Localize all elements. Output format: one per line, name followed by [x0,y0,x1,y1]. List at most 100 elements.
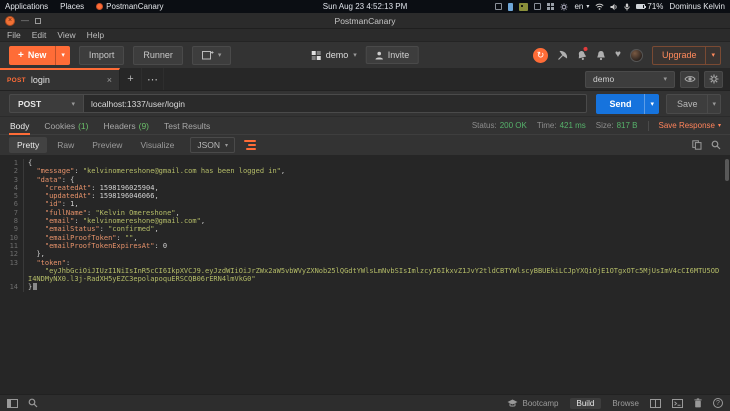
notifications-button[interactable] [596,50,606,61]
new-button[interactable]: + New ▾ [9,45,70,65]
response-tab-body[interactable]: Body [9,118,31,135]
sync-status-button[interactable]: ↻ [533,47,549,63]
browse-button[interactable]: Browse [612,399,639,408]
invite-button[interactable]: Invite [365,46,419,64]
response-tab-headers[interactable]: Headers (9) [102,118,150,134]
window-maximize-button[interactable] [35,17,41,24]
system-clock[interactable]: Sun Aug 23 4:52:13 PM [323,2,408,11]
code-line: 6 "id": 1, [0,200,730,209]
notification-badge [583,46,588,51]
window-title: PostmanCanary [334,15,396,26]
code-line: 13 "token": [0,258,730,267]
copy-icon[interactable] [692,140,702,150]
help-button[interactable]: ? [713,398,723,408]
menu-file[interactable]: File [7,30,21,40]
chevron-down-icon: ▾ [353,52,357,59]
battery-indicator[interactable]: 71% [636,2,663,11]
user-avatar[interactable] [629,48,643,62]
microphone-icon[interactable] [624,3,631,11]
response-time: Time: 421 ms [536,121,586,130]
response-meta-bar: Body Cookies (1) Headers (9) Test Results … [0,117,730,135]
tab-close-icon[interactable]: × [107,75,112,85]
menu-help[interactable]: Help [87,30,104,40]
indicator-icon[interactable] [495,3,503,10]
send-dropdown-caret[interactable]: ▾ [644,93,659,114]
save-dropdown-caret[interactable]: ▾ [707,94,720,113]
environment-selector[interactable]: demo ▾ [585,70,675,88]
response-tab-cookies[interactable]: Cookies (1) [43,118,89,134]
tab-options-button[interactable]: ⋯ [142,68,164,90]
environment-quick-look-button[interactable] [680,70,699,88]
favorites-heart-icon[interactable]: ♥ [615,50,621,60]
build-button[interactable]: Build [569,397,602,409]
two-pane-layout-icon[interactable] [650,398,661,408]
new-dropdown-caret[interactable]: ▾ [55,45,70,65]
new-window-button[interactable]: ▾ [191,45,232,65]
url-input[interactable] [83,94,588,113]
applications-menu[interactable]: Applications [5,2,48,11]
window-minimize-button[interactable]: — [21,16,29,26]
code-lines: 1{2 "message": "kelvinomereshone@gmail.c… [0,159,730,292]
send-button[interactable]: Send ▾ [596,93,659,114]
workspace-indicator-icon[interactable] [534,3,542,10]
request-tab-login[interactable]: POST login × [0,68,120,90]
menu-view[interactable]: View [57,30,75,40]
new-tab-button[interactable]: + [120,68,142,90]
response-body-editor[interactable]: 1{2 "message": "kelvinomereshone@gmail.c… [0,155,730,394]
console-icon[interactable] [672,398,683,408]
upgrade-dropdown-caret[interactable]: ▾ [705,46,720,64]
view-tab-visualize[interactable]: Visualize [132,137,182,153]
code-line: "eyJhbGciOiJIUzI1NiIsInR5cCI6IkpXVCJ9.ey… [0,266,730,284]
response-tab-test-results[interactable]: Test Results [163,118,211,134]
settings-gear-icon[interactable] [560,2,569,11]
find-replace-icon[interactable] [28,398,38,408]
keyboard-layout-icon[interactable] [519,2,529,11]
chevron-down-icon: ▾ [71,100,75,108]
save-response-button[interactable]: Save Response ▾ [659,121,722,130]
beautify-icon[interactable] [244,140,257,150]
language-indicator[interactable]: en ▾ [574,2,589,11]
toggle-sidebar-icon[interactable] [7,398,18,408]
view-tab-raw[interactable]: Raw [49,137,82,153]
wifi-icon[interactable] [595,3,604,10]
bootcamp-cap-icon [507,399,518,407]
import-button[interactable]: Import [78,45,125,65]
bell-icon [597,50,605,60]
bootcamp-button[interactable]: Bootcamp [507,399,559,408]
menu-edit[interactable]: Edit [32,30,47,40]
save-button[interactable]: Save ▾ [665,93,721,114]
chevron-down-icon: ▾ [225,142,229,149]
code-line: 12 }, [0,250,730,259]
window-close-button[interactable]: × [5,15,15,26]
response-status: Status: 200 OK [471,121,527,130]
user-menu[interactable]: Dominus Kelvin [669,2,725,11]
volume-icon[interactable] [610,3,618,11]
runner-button[interactable]: Runner [133,45,183,65]
trash-icon[interactable] [694,398,702,408]
eye-icon [683,76,696,82]
places-menu[interactable]: Places [60,2,84,11]
request-tabbar: POST login × + ⋯ demo ▾ [0,68,730,91]
active-app-menu[interactable]: PostmanCanary [96,2,164,11]
view-tab-preview[interactable]: Preview [84,137,130,153]
workspace-switcher[interactable]: demo ▾ [311,50,357,60]
announcements-button[interactable] [576,46,588,61]
upgrade-button[interactable]: Upgrade ▾ [651,45,721,65]
bluetooth-icon[interactable] [508,2,514,11]
system-top-bar: Applications Places PostmanCanary Sun Au… [0,0,730,13]
code-line: 8 "email": "kelvinomereshone@gmail.com", [0,217,730,226]
code-line: 7 "fullName": "Kelvin Omereshone", [0,208,730,218]
view-tab-pretty[interactable]: Pretty [9,137,48,153]
code-line: 10 "emailProofToken": "", [0,233,730,242]
method-dropdown[interactable]: POST ▾ [9,94,83,113]
status-bar: Bootcamp Build Browse ? [0,394,730,411]
interceptor-button[interactable] [557,50,568,60]
request-builder-bar: POST ▾ Send ▾ Save ▾ [0,91,730,117]
app-grid-icon[interactable] [547,3,555,10]
search-icon[interactable] [711,140,721,150]
format-dropdown[interactable]: JSON ▾ [190,137,236,153]
environment-settings-button[interactable] [704,70,723,88]
editor-scrollbar[interactable] [725,159,729,181]
chevron-down-icon: ▾ [663,76,667,83]
chevron-down-icon: ▾ [717,123,721,129]
